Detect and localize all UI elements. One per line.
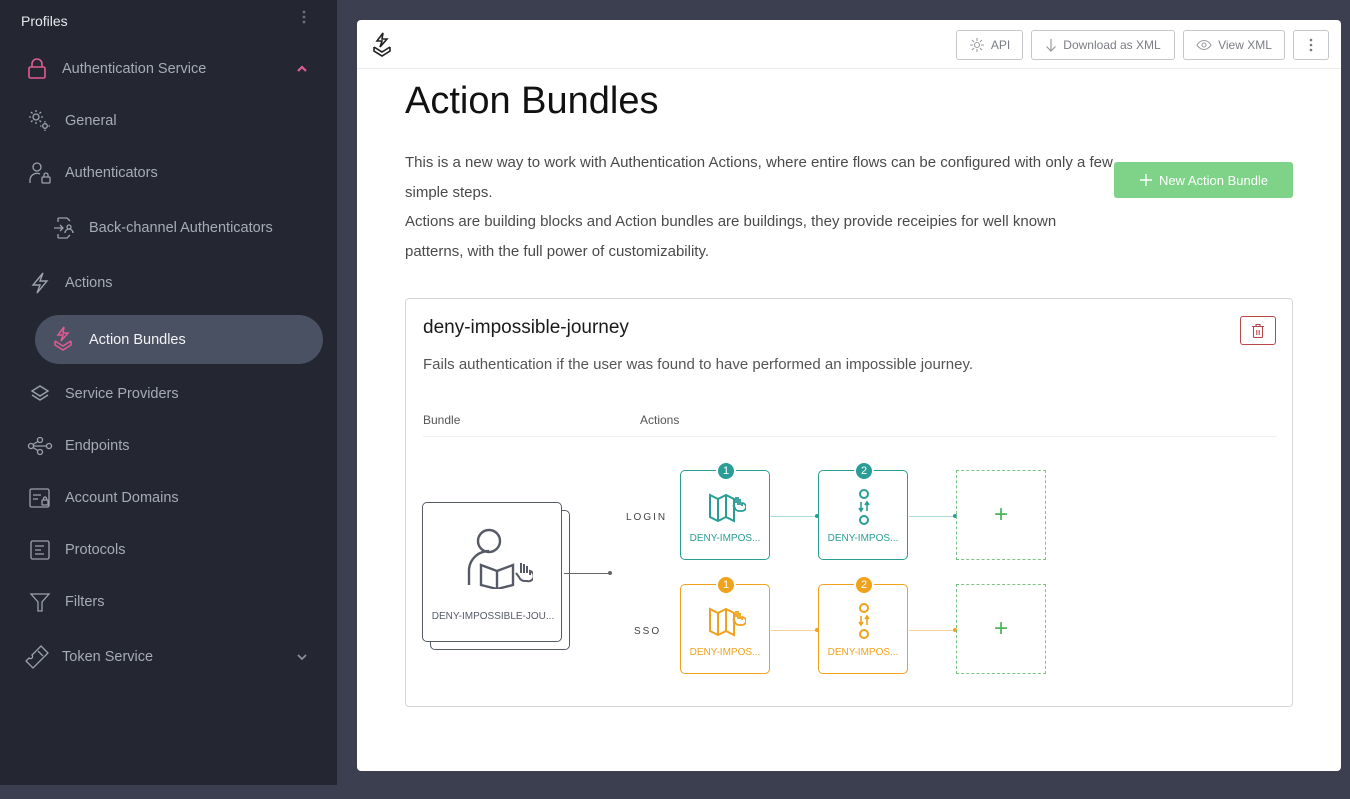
action-bundle-logo-icon xyxy=(371,32,393,58)
kebab-icon xyxy=(1309,38,1313,52)
sidebar-header: Profiles xyxy=(21,13,68,29)
switch-icon xyxy=(858,489,870,525)
sidebar-item-label: Actions xyxy=(65,275,113,291)
sidebar-item-label: Authenticators xyxy=(65,165,158,181)
action-name: DENY-IMPOS... xyxy=(827,533,899,544)
new-action-bundle-label: New Action Bundle xyxy=(1158,172,1269,188)
sidebar-item-service-providers[interactable]: Service Providers xyxy=(0,374,337,414)
flow-label-login: LOGIN xyxy=(626,512,668,523)
sidebar-item-label: Filters xyxy=(65,594,105,610)
account-domain-icon xyxy=(27,485,53,511)
toolbar: API Download as XML View XML xyxy=(357,20,1341,69)
flow-label-sso: SSO xyxy=(634,626,662,637)
chevron-down-icon[interactable] xyxy=(295,650,309,664)
intro-text: This is a new way to work with Authentic… xyxy=(405,148,1115,266)
sso-action-1[interactable]: 1 DENY-IMPOS... xyxy=(680,575,770,674)
eye-icon xyxy=(1196,39,1212,51)
layers-icon xyxy=(27,381,53,407)
login-connector-1 xyxy=(771,514,819,518)
login-action-2[interactable]: 2 DENY-IMPOS... xyxy=(818,461,908,560)
action-name: DENY-IMPOS... xyxy=(689,533,761,544)
sidebar-section-label: Token Service xyxy=(62,649,154,665)
main-panel: API Download as XML View XML Action Bund… xyxy=(357,20,1341,771)
sidebar-item-endpoints[interactable]: Endpoints xyxy=(0,426,337,466)
lock-icon xyxy=(24,56,50,82)
step-badge: 1 xyxy=(716,461,736,481)
sidebar-item-authenticators[interactable]: Authenticators xyxy=(0,153,337,193)
api-button[interactable]: API xyxy=(956,30,1023,60)
sidebar-item-label: Service Providers xyxy=(65,386,179,402)
share-nodes-icon xyxy=(27,433,53,459)
sso-add-action-button[interactable]: + xyxy=(956,584,1046,674)
view-xml-label: View XML xyxy=(1218,38,1272,52)
step-badge: 1 xyxy=(716,575,736,595)
delete-bundle-button[interactable] xyxy=(1240,316,1276,345)
column-header-actions: Actions xyxy=(640,413,680,427)
filter-icon xyxy=(27,589,53,615)
action-name: DENY-IMPOS... xyxy=(827,647,899,658)
intro-paragraph-1: This is a new way to work with Authentic… xyxy=(405,154,1113,201)
view-xml-button[interactable]: View XML xyxy=(1183,30,1285,60)
map-hand-icon xyxy=(709,607,746,637)
sidebar-section-label: Authentication Service xyxy=(62,61,207,77)
backchannel-icon xyxy=(52,215,78,241)
chevron-up-icon[interactable] xyxy=(295,62,309,76)
intro-paragraph-2: Actions are building blocks and Action b… xyxy=(405,213,1057,260)
document-icon xyxy=(27,537,53,563)
sidebar-item-label: Protocols xyxy=(65,542,126,558)
sidebar-section-token-service[interactable]: Token Service xyxy=(0,637,337,677)
bundle-card: deny-impossible-journey Fails authentica… xyxy=(405,298,1293,707)
bundle-title: deny-impossible-journey xyxy=(423,317,629,338)
sidebar-item-back-channel-authenticators[interactable]: Back-channel Authenticators xyxy=(0,208,337,248)
login-add-action-button[interactable]: + xyxy=(956,470,1046,560)
page-title: Action Bundles xyxy=(405,80,659,122)
plus-icon xyxy=(1139,174,1152,186)
kebab-icon xyxy=(302,10,306,24)
sidebar-item-general[interactable]: General xyxy=(0,101,337,141)
download-xml-button[interactable]: Download as XML xyxy=(1031,30,1175,60)
sidebar-item-label: Endpoints xyxy=(65,438,130,454)
user-lock-icon xyxy=(27,160,53,186)
download-icon xyxy=(1046,39,1057,52)
more-options-button[interactable] xyxy=(1293,30,1329,60)
sidebar-item-label: Back-channel Authenticators xyxy=(89,220,273,236)
step-badge: 2 xyxy=(854,575,874,595)
new-action-bundle-button[interactable]: New Action Bundle xyxy=(1114,162,1293,198)
column-header-bundle: Bundle xyxy=(423,413,461,427)
api-label: API xyxy=(990,38,1011,52)
sidebar-item-protocols[interactable]: Protocols xyxy=(0,530,337,570)
trash-icon xyxy=(1252,323,1264,338)
step-badge: 2 xyxy=(854,461,874,481)
sidebar-section-authentication-service[interactable]: Authentication Service xyxy=(0,49,337,89)
bundle-connector xyxy=(564,571,612,575)
bundle-journey-icon xyxy=(467,528,533,589)
bundle-node[interactable]: DENY-IMPOSSIBLE-JOU... xyxy=(422,502,562,642)
download-label: Download as XML xyxy=(1063,38,1161,52)
sidebar-item-filters[interactable]: Filters xyxy=(0,582,337,622)
login-connector-2 xyxy=(909,514,957,518)
sidebar-more-button[interactable] xyxy=(296,10,312,30)
sidebar-item-label: Account Domains xyxy=(65,490,179,506)
map-hand-icon xyxy=(709,493,746,523)
sso-connector-1 xyxy=(771,628,819,632)
sso-connector-2 xyxy=(909,628,957,632)
sidebar-item-label: General xyxy=(65,113,117,129)
action-name: DENY-IMPOS... xyxy=(689,647,761,658)
divider xyxy=(423,436,1277,437)
action-bundle-icon xyxy=(50,326,76,352)
bundle-node-label: DENY-IMPOSSIBLE-JOU... xyxy=(431,611,555,622)
switch-icon xyxy=(858,603,870,639)
bundle-description: Fails authentication if the user was fou… xyxy=(423,356,974,373)
sidebar-item-action-bundles[interactable]: Action Bundles xyxy=(35,315,323,364)
sso-action-2[interactable]: 2 DENY-IMPOS... xyxy=(818,575,908,674)
gears-icon xyxy=(27,108,53,134)
login-action-1[interactable]: 1 DENY-IMPOS... xyxy=(680,461,770,560)
sidebar-item-label: Action Bundles xyxy=(89,331,186,348)
sidebar: Profiles Authentication Service General … xyxy=(0,0,337,785)
api-icon xyxy=(969,38,984,52)
ticket-icon xyxy=(24,644,50,670)
sidebar-item-actions[interactable]: Actions xyxy=(0,263,337,303)
sidebar-item-account-domains[interactable]: Account Domains xyxy=(0,478,337,518)
lightning-icon xyxy=(27,270,53,296)
